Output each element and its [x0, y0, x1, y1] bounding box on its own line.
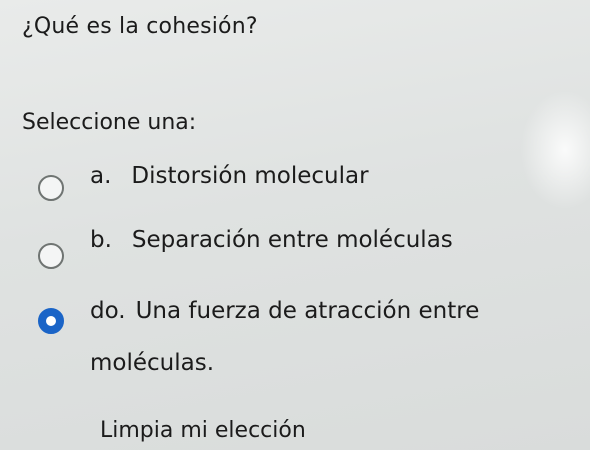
option-c-text: do. Una fuerza de atracción entre molécul… [90, 285, 570, 389]
radio-button-b[interactable] [38, 243, 64, 269]
option-a-letter: a. [90, 163, 112, 189]
option-a-label: Distorsión molecular [131, 163, 369, 189]
radio-button-c-selected[interactable] [38, 308, 64, 334]
option-b-text: b. Separación entre moléculas [90, 227, 453, 253]
option-b-letter: b. [90, 227, 112, 253]
option-c-letter: do. [90, 298, 126, 324]
clear-choice-link[interactable]: Limpia mi elección [100, 418, 306, 443]
question-title: ¿Qué es la cohesión? [22, 14, 258, 39]
screen-glare [520, 90, 590, 210]
option-a-text: a. Distorsión molecular [90, 163, 369, 189]
option-c-label: Una fuerza de atracción entre moléculas. [90, 298, 480, 376]
radio-button-a[interactable] [38, 175, 64, 201]
select-prompt: Seleccione una: [22, 110, 197, 135]
quiz-page: ¿Qué es la cohesión? Seleccione una: a. D… [0, 0, 590, 450]
option-b-label: Separación entre moléculas [131, 227, 453, 253]
